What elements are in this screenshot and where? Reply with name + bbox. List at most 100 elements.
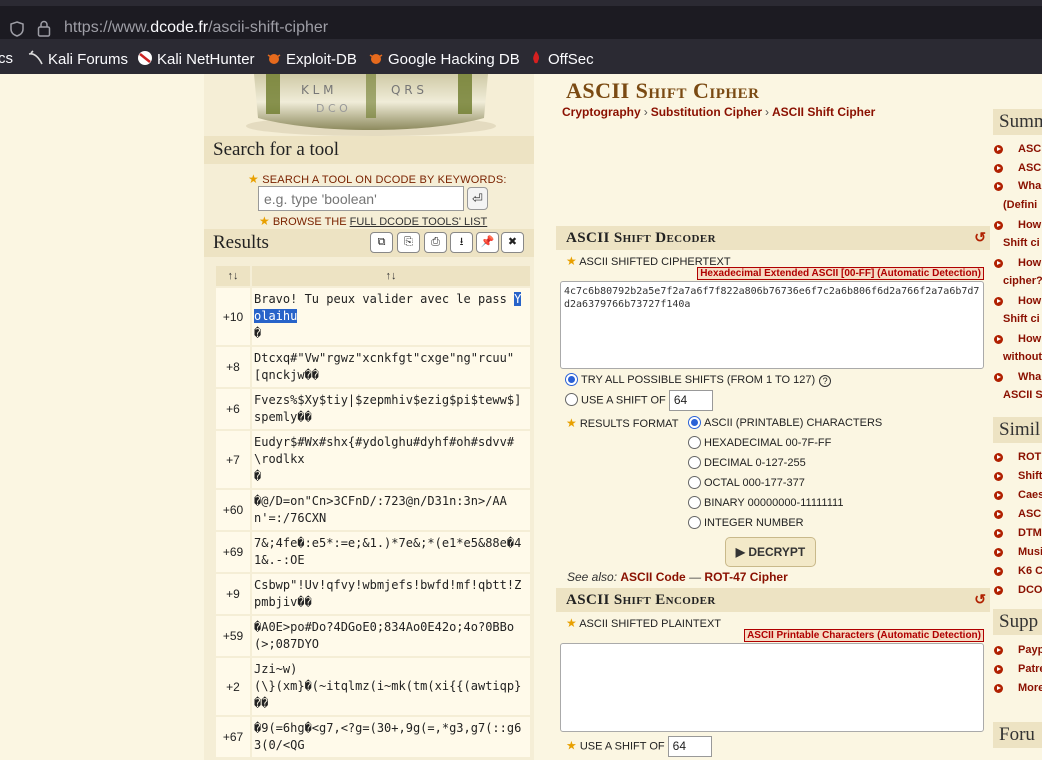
shift-value: +69 [216,532,250,572]
sidebar-link[interactable]: ASCII S [1003,389,1042,401]
sidebar-link[interactable]: How [1018,219,1041,231]
decoded-text-part: �A0E>po#Do?4DGoE0;834Ao0E42o;4o?0BBo(>;0… [254,620,515,651]
format-radio[interactable] [688,516,701,529]
download-button[interactable]: ⭳ [450,232,473,253]
ghdb-bug-icon [369,54,383,64]
lock-icon[interactable] [37,20,51,37]
sidebar-link[interactable]: K6 C [1018,565,1042,577]
sort-shift-column[interactable]: ↑↓ [216,266,250,286]
bookmark-kali-nethunter[interactable]: Kali NetHunter [137,50,255,68]
bookmark-exploit-db[interactable]: Exploit-DB [266,50,357,68]
left-sidebar: K L M Q R S D C O Search for a tool ★ SE… [204,74,534,760]
sidebar-link[interactable]: How [1018,333,1041,345]
decoded-text[interactable]: �9(=6hg�<g7,<?g=(30+,9g(=,*g3,g7(::g63(0… [252,717,530,757]
breadcrumb-cryptography[interactable]: Cryptography [562,105,641,119]
plaintext-input[interactable] [560,643,984,732]
format-option[interactable]: BINARY 00000000-11111111 [688,496,843,509]
decoded-text[interactable]: �A0E>po#Do?4DGoE0;834Ao0E42o;4o?0BBo(>;0… [252,616,530,656]
url-bar[interactable]: https://www.dcode.fr/ascii-shift-cipher [0,6,1042,39]
sidebar-link[interactable]: Patre [1018,663,1042,675]
clipboard-button[interactable]: ⎘ [397,232,420,253]
format-option[interactable]: DECIMAL 0-127-255 [688,456,806,469]
decoded-text[interactable]: Eudyr$#Wx#shx{#ydolghu#dyhf#oh#sdvv#\rod… [252,431,530,488]
forum-title: Foru [993,722,1042,748]
format-radio[interactable] [688,496,701,509]
sidebar-link[interactable]: ASC [1018,162,1041,174]
ascii-code-link[interactable]: ASCII Code [620,570,685,584]
reset-decoder-icon[interactable]: ↺ [974,229,986,246]
sidebar-link[interactable]: without [1003,351,1042,363]
sidebar-link[interactable]: Shift ci [1003,237,1040,249]
copy-results-button[interactable]: ⧉ [370,232,393,253]
breadcrumb-ascii-shift-cipher[interactable]: ASCII Shift Cipher [772,105,875,119]
search-input[interactable] [258,186,464,211]
sidebar-link[interactable]: How [1018,295,1041,307]
ciphertext-input[interactable]: 4c7c6b80792b2a5e7f2a7a6f7f822a806b76736e… [560,281,984,369]
sidebar-link[interactable]: Wha [1018,371,1041,383]
sort-result-column[interactable]: ↑↓ [252,266,530,286]
bookmark-docs[interactable]: cs [0,50,13,67]
url-text[interactable]: https://www.dcode.fr/ascii-shift-cipher [64,19,328,37]
reset-encoder-icon[interactable]: ↺ [974,591,986,608]
sidebar-link[interactable]: Payp [1018,644,1042,656]
decoded-text-part: Dtcxq#"Vw"rgwz"xcnkfgt"cxge"ng"rcuu"[qnc… [254,351,515,382]
bookmark-offsec[interactable]: OffSec [528,50,594,68]
sidebar-link[interactable]: More [1018,682,1042,694]
breadcrumb-substitution-cipher[interactable]: Substitution Cipher [651,105,762,119]
sidebar-link[interactable]: Musi [1018,546,1042,558]
sidebar-link[interactable]: Caes [1018,489,1042,501]
sidebar-link[interactable]: ROT [1018,451,1041,463]
format-radio[interactable] [688,416,701,429]
sidebar-link[interactable]: DTM [1018,527,1042,539]
try-all-shifts-option[interactable]: TRY ALL POSSIBLE SHIFTS (FROM 1 TO 127)? [565,373,832,387]
sidebar-link[interactable]: (Defini [1003,199,1037,211]
format-radio[interactable] [688,476,701,489]
sidebar-link[interactable]: ASC [1018,143,1041,155]
sidebar-link[interactable]: Wha [1018,180,1041,192]
pin-button[interactable]: 📌 [476,232,499,253]
decoded-text[interactable]: Csbwp"!Uv!qfvy!wbmjefs!bwfd!mf!qbtt!Zpmb… [252,574,530,614]
sidebar-link[interactable]: Shift [1018,470,1042,482]
arrow-bullet-icon [994,510,1003,519]
use-shift-option[interactable]: USE A SHIFT OF 64 [565,390,713,411]
format-radio[interactable] [688,456,701,469]
full-tools-list-link[interactable]: FULL DCODE TOOLS' LIST [350,216,488,228]
help-icon[interactable]: ? [819,375,832,387]
sidebar-link[interactable]: How [1018,257,1041,269]
decoded-text[interactable]: 7&;4fe�:e5*:=e;&1.)*7e&;*(e1*e5&88e�41&.… [252,532,530,572]
format-option[interactable]: INTEGER NUMBER [688,516,804,529]
sidebar-link[interactable]: ASC [1018,508,1041,520]
sidebar-link[interactable]: Shift ci [1003,313,1040,325]
close-results-button[interactable]: ✖ [501,232,524,253]
decoded-text[interactable]: Bravo! Tu peux valider avec le pass Yola… [252,288,530,345]
format-radio[interactable] [688,436,701,449]
format-option[interactable]: OCTAL 000-177-377 [688,476,805,489]
sidebar-link[interactable]: cipher? [1003,275,1042,287]
see-also: See also: ASCII Code — ROT-47 Cipher [567,570,788,584]
use-shift-radio[interactable] [565,393,578,407]
shift-value-input[interactable]: 64 [668,390,713,411]
table-row: +60 �@/D=on"Cn>3CFnD/:723@n/D31n:3n>/AAn'… [216,490,530,530]
bookmark-google-hacking-db[interactable]: Google Hacking DB [368,50,520,68]
decoded-text[interactable]: �@/D=on"Cn>3CFnD/:723@n/D31n:3n>/AAn'=:/… [252,490,530,530]
decoded-text[interactable]: Jzi~w) (\}(xm}�(~itqlmz(i~mk(tm(xi{{(awt… [252,658,530,715]
arrow-bullet-icon [994,548,1003,557]
encoder-panel: ASCII Shift Encoder ↺ ★ ASCII SHIFTED PL… [556,588,990,760]
encoder-shift-input[interactable]: 64 [667,736,712,757]
try-all-label: TRY ALL POSSIBLE SHIFTS (FROM 1 TO 127) [581,374,816,386]
print-button[interactable]: ⎙ [424,232,447,253]
encoder-use-shift-label: USE A SHIFT OF [579,740,665,753]
star-icon: ★ [566,738,577,753]
rot47-link[interactable]: ROT-47 Cipher [704,570,787,584]
decoded-text[interactable]: Dtcxq#"Vw"rgwz"xcnkfgt"cxge"ng"rcuu"[qnc… [252,347,530,387]
bookmark-kali-forums[interactable]: Kali Forums [28,50,128,68]
format-option[interactable]: HEXADECIMAL 00-7F-FF [688,436,831,449]
decrypt-button[interactable]: ▶ DECRYPT [725,537,816,567]
try-all-radio[interactable] [565,373,578,386]
tracking-shield-icon[interactable] [10,21,24,37]
arrow-bullet-icon [994,646,1003,655]
search-submit-button[interactable]: ⏎ [467,187,488,210]
format-option[interactable]: ASCII (PRINTABLE) CHARACTERS [688,416,882,429]
sidebar-link[interactable]: DCO [1018,584,1042,596]
decoded-text[interactable]: Fvezs%$Xy$tiy|$zepmhiv$ezig$pi$teww$]spe… [252,389,530,429]
